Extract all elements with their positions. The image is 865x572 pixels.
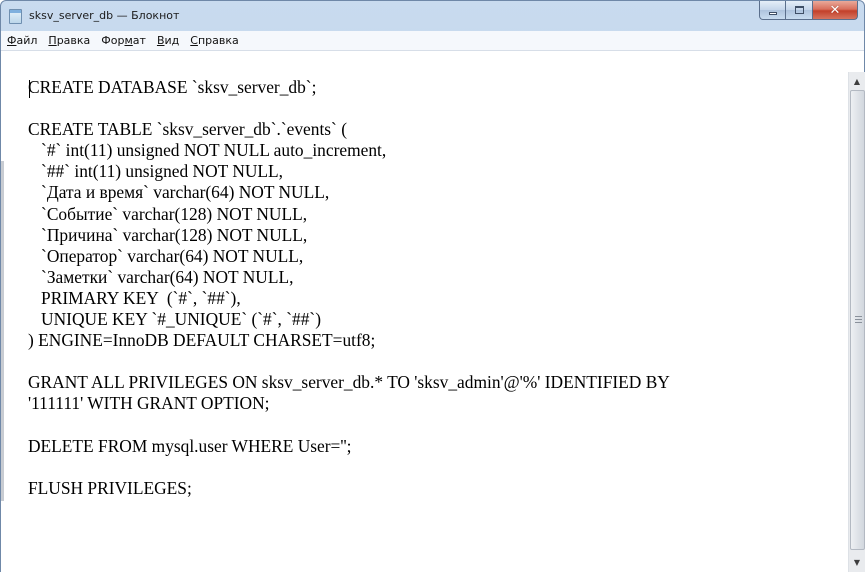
maximize-button[interactable] <box>786 1 813 20</box>
text-line: `Событие` varchar(128) NOT NULL, <box>28 203 308 224</box>
notepad-window: sksv_server_db — Блокнот ✕ Файл Правка Ф… <box>0 0 865 572</box>
text-line: `Дата и время` varchar(64) NOT NULL, <box>28 182 330 203</box>
text-line: ) ENGINE=InnoDB DEFAULT CHARSET=utf8; <box>28 330 376 351</box>
minimize-button[interactable] <box>759 1 786 20</box>
scroll-up-button[interactable]: ▲ <box>849 73 865 90</box>
menu-edit[interactable]: Правка <box>48 34 90 47</box>
menu-bar: Файл Правка Формат Вид Справка <box>1 31 864 51</box>
text-line <box>28 415 848 436</box>
text-line: '111111' WITH GRANT OPTION; <box>28 393 270 414</box>
vertical-scrollbar[interactable]: ▲ ▼ <box>848 72 865 572</box>
scroll-thumb[interactable] <box>850 90 865 550</box>
menu-view[interactable]: Вид <box>157 34 179 47</box>
close-icon: ✕ <box>829 2 841 18</box>
text-line: FLUSH PRIVILEGES; <box>28 477 192 498</box>
grip-icon <box>855 316 862 323</box>
text-line: `##` int(11) unsigned NOT NULL, <box>28 161 284 182</box>
text-line <box>28 351 848 372</box>
editor-text[interactable]: CREATE DATABASE `sksv_server_db`; CREATE… <box>28 77 848 499</box>
close-button[interactable]: ✕ <box>813 1 858 20</box>
text-line: `Заметки` varchar(64) NOT NULL, <box>28 266 294 287</box>
maximize-icon <box>794 6 804 14</box>
text-line: GRANT ALL PRIVILEGES ON sksv_server_db.*… <box>28 372 670 393</box>
text-line: DELETE FROM mysql.user WHERE User=''; <box>28 435 352 456</box>
window-title: sksv_server_db — Блокнот <box>29 9 180 22</box>
text-caret <box>29 80 30 98</box>
scroll-down-button[interactable]: ▼ <box>849 554 865 571</box>
text-line <box>28 98 848 119</box>
minimize-icon <box>768 11 777 15</box>
arrow-down-icon: ▼ <box>853 558 861 567</box>
text-line: CREATE DATABASE `sksv_server_db`; <box>28 77 317 97</box>
text-line: PRIMARY KEY (`#`, `##`), <box>28 287 241 308</box>
notepad-icon[interactable] <box>9 9 22 24</box>
text-line: UNIQUE KEY `#_UNIQUE` (`#`, `##`) <box>28 309 321 330</box>
editor-left-edge <box>1 161 4 501</box>
text-line: `Причина` varchar(128) NOT NULL, <box>28 224 308 245</box>
text-line: `#` int(11) unsigned NOT NULL auto_incre… <box>28 140 387 161</box>
title-bar[interactable]: sksv_server_db — Блокнот ✕ <box>1 1 864 31</box>
menu-format[interactable]: Формат <box>101 34 146 47</box>
arrow-up-icon: ▲ <box>853 77 861 86</box>
text-line: `Оператор` varchar(64) NOT NULL, <box>28 245 304 266</box>
text-line <box>28 457 848 478</box>
text-line: CREATE TABLE `sksv_server_db`.`events` ( <box>28 119 347 140</box>
menu-file[interactable]: Файл <box>7 34 37 47</box>
menu-help[interactable]: Справка <box>190 34 238 47</box>
window-controls: ✕ <box>759 1 858 21</box>
